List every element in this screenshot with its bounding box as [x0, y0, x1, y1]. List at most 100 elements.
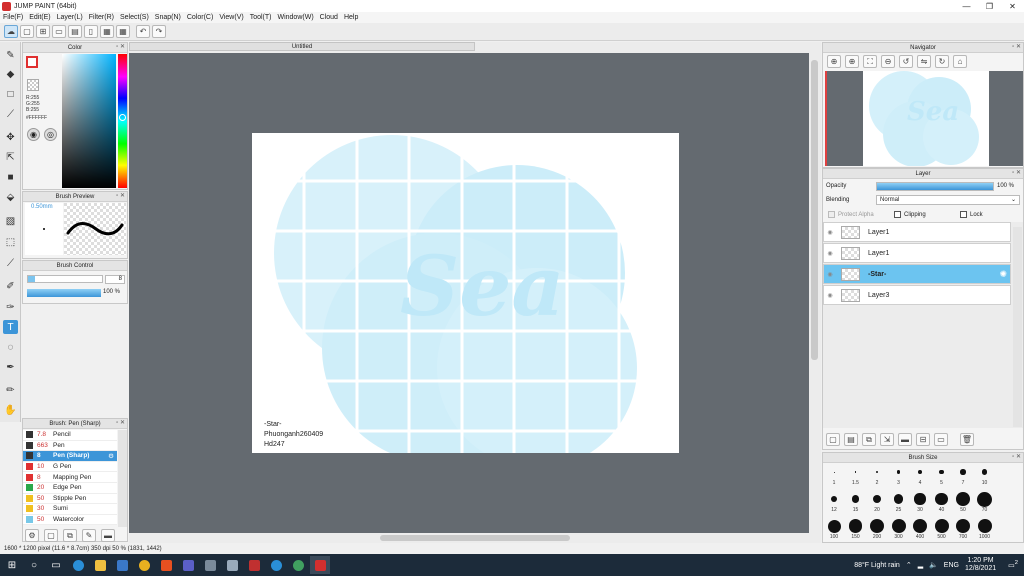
brush-size-option[interactable]: 400 — [911, 518, 929, 540]
panel-buttons-icon[interactable]: ▫ ✕ — [1012, 169, 1021, 176]
layer-row[interactable]: ◉ Layer1 — [823, 222, 1011, 242]
brush-size-option[interactable]: 12 — [825, 491, 843, 513]
brush-size-option[interactable]: 150 — [847, 518, 865, 540]
delete-layer-icon[interactable]: 🗑 — [960, 433, 974, 446]
protect-alpha-checkbox[interactable] — [828, 211, 835, 218]
brush-folder-icon[interactable]: ▬ — [101, 529, 115, 542]
panel-buttons-icon[interactable]: ▫ ✕ — [1012, 43, 1021, 50]
new-layer-icon[interactable]: ▢ — [826, 433, 840, 446]
color-sv-picker[interactable] — [62, 54, 116, 188]
brush-new-icon[interactable]: ▢ — [44, 529, 58, 542]
ruler-tool-icon[interactable]: ⟋ — [3, 256, 18, 270]
brush-size-option[interactable]: 4 — [911, 464, 929, 486]
document-tab[interactable]: Untitled — [129, 42, 475, 51]
blending-select[interactable]: Normal ⌄ — [876, 195, 1020, 205]
brush-list-item[interactable]: 20 Edge Pen — [23, 483, 117, 494]
text-tool-icon[interactable]: T — [3, 320, 18, 334]
move-tool-icon[interactable]: ✥ — [3, 130, 18, 144]
menu-cloud[interactable]: Cloud — [320, 14, 338, 21]
search-icon[interactable]: ○ — [24, 556, 44, 574]
picker-tool-icon[interactable]: ✐ — [3, 279, 18, 293]
panel-buttons-icon[interactable]: ▫ ✕ — [1012, 453, 1021, 460]
hue-handle[interactable] — [119, 114, 126, 121]
open-icon[interactable]: ⊞ — [36, 25, 50, 38]
pen-app-icon[interactable] — [244, 556, 264, 574]
grid-icon[interactable]: ▦ — [116, 25, 130, 38]
brush-edit-icon[interactable]: ✎ — [82, 529, 96, 542]
menu-color[interactable]: Color(C) — [187, 14, 213, 21]
layer-folder-icon[interactable]: ▬ — [898, 433, 912, 446]
brush-copy-icon[interactable]: ⧉ — [63, 529, 77, 542]
visibility-eye-icon[interactable]: ◉ — [824, 271, 836, 278]
brush-size-option[interactable]: 1000 — [976, 518, 994, 540]
visibility-eye-icon[interactable]: ◉ — [824, 250, 836, 257]
select-tool-icon[interactable]: ⬚ — [3, 235, 18, 249]
chrome-icon[interactable] — [134, 556, 154, 574]
frames-icon[interactable]: ▦ — [100, 25, 114, 38]
language-indicator[interactable]: ENG — [944, 562, 959, 569]
brush-size-option[interactable]: 1.5 — [847, 464, 865, 486]
menu-window[interactable]: Window(W) — [277, 14, 313, 21]
color-wheel-icon[interactable]: ◎ — [44, 128, 57, 141]
gradient-tool-icon[interactable]: ▧ — [3, 214, 18, 228]
navigator-preview[interactable]: Sea — [825, 71, 1023, 166]
layer-options-icon[interactable]: ⇲ — [880, 433, 894, 446]
layer-row[interactable]: ◉ Layer3 — [823, 285, 1011, 305]
brush-size-option[interactable]: 10 — [976, 464, 994, 486]
cloud-icon[interactable]: ☁ — [4, 25, 18, 38]
rotate-left-icon[interactable]: ↺ — [899, 55, 913, 68]
menu-edit[interactable]: Edit(E) — [29, 14, 50, 21]
layer-settings-icon[interactable]: ✺ — [999, 269, 1007, 280]
brush-size-option[interactable]: 40 — [933, 491, 951, 513]
brush-size-option[interactable]: 500 — [933, 518, 951, 540]
brush-list-item[interactable]: 8 Pen (Sharp) ⚙ — [23, 451, 117, 462]
save-icon[interactable]: ▤ — [68, 25, 82, 38]
brush-size-option[interactable]: 20 — [868, 491, 886, 513]
brush-size-option[interactable]: 100 — [825, 518, 843, 540]
eraser-tool-icon[interactable]: ◆ — [3, 67, 18, 81]
clipping-checkbox[interactable] — [894, 211, 901, 218]
brush-list-item[interactable]: 8 Mapping Pen — [23, 472, 117, 483]
eyedropper-tool-icon[interactable]: ✒ — [3, 360, 18, 374]
new-raster-layer-icon[interactable]: ▤ — [844, 433, 858, 446]
notification-icon[interactable]: ▭2 — [1008, 560, 1018, 569]
brush-opacity-slider[interactable] — [27, 289, 101, 297]
zoom-magnify-icon[interactable]: ⊕ — [845, 55, 859, 68]
brush-size-option[interactable]: 3 — [890, 464, 908, 486]
panel-buttons-icon[interactable]: ▫ ✕ — [116, 43, 125, 50]
flip-icon[interactable]: ⇋ — [917, 55, 931, 68]
brush-size-option[interactable]: 700 — [954, 518, 972, 540]
menu-help[interactable]: Help — [344, 14, 358, 21]
brush-size-option[interactable]: 30 — [911, 491, 929, 513]
zoom-in-icon[interactable]: ⊕ — [827, 55, 841, 68]
brush-list-scrollbar[interactable] — [118, 430, 127, 527]
brush-list-item[interactable]: 663 Pen — [23, 441, 117, 452]
brush-list-item[interactable]: 10 G Pen — [23, 462, 117, 473]
jump-paint-taskbar-icon[interactable] — [310, 556, 330, 574]
camera-icon[interactable] — [222, 556, 242, 574]
brush-list-item[interactable]: 7.8 Pencil — [23, 430, 117, 441]
palette-icon[interactable]: ◉ — [27, 128, 40, 141]
line-tool-icon[interactable]: ⟋ — [3, 107, 18, 121]
menu-tool[interactable]: Tool(T) — [250, 14, 272, 21]
zalo-icon[interactable] — [266, 556, 286, 574]
foreground-color-swatch[interactable] — [26, 56, 38, 68]
brush-list-item[interactable]: 50 Stipple Pen — [23, 494, 117, 505]
tray-arrow-icon[interactable]: ⌃ — [906, 561, 912, 569]
hand-tool-icon[interactable]: ✋ — [3, 403, 18, 417]
page-icon[interactable]: ▯ — [84, 25, 98, 38]
explorer-icon[interactable] — [90, 556, 110, 574]
visibility-eye-icon[interactable]: ◉ — [824, 229, 836, 236]
app-icon[interactable] — [200, 556, 220, 574]
fit-icon[interactable]: ⛶ — [863, 55, 877, 68]
browser-icon[interactable] — [288, 556, 308, 574]
brush-size-option[interactable]: 25 — [890, 491, 908, 513]
minimize-button[interactable]: — — [955, 0, 978, 12]
task-view-icon[interactable]: ▭ — [46, 556, 66, 574]
layer-list-scrollbar[interactable] — [1013, 227, 1022, 427]
menu-filter[interactable]: Filter(R) — [89, 14, 114, 21]
brush-size-option[interactable]: 5 — [933, 464, 951, 486]
brush-size-option[interactable]: 7 — [954, 464, 972, 486]
undo-icon[interactable]: ↶ — [136, 25, 150, 38]
close-button[interactable]: ✕ — [1001, 0, 1024, 12]
